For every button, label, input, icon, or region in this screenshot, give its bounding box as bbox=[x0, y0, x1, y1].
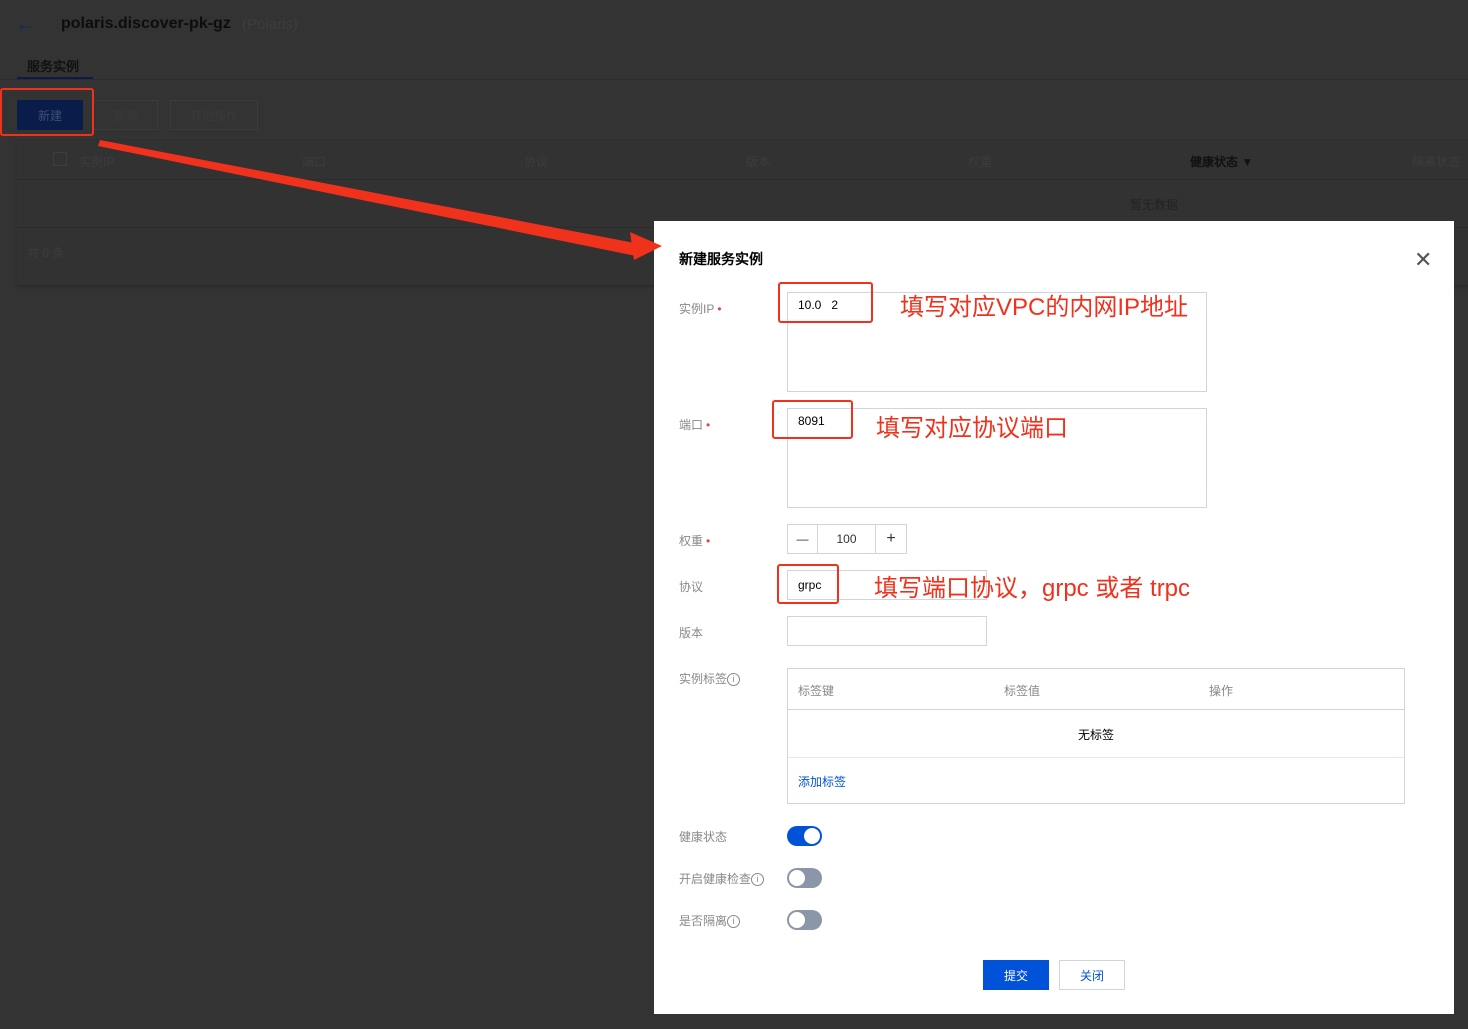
healthcheck-toggle[interactable] bbox=[787, 868, 822, 888]
minus-icon[interactable]: — bbox=[788, 525, 818, 553]
port-label-text: 端口 bbox=[679, 418, 704, 432]
healthcheck-label-text: 开启健康检查 bbox=[679, 872, 752, 886]
annotation-port: 填写对应协议端口 bbox=[876, 415, 1068, 442]
col-version: 版本 bbox=[746, 155, 771, 169]
weight-stepper[interactable]: — 100 + bbox=[787, 524, 907, 554]
info-icon[interactable]: i bbox=[751, 873, 765, 887]
isolate-toggle[interactable] bbox=[787, 910, 822, 930]
col-tag-actions: 操作 bbox=[1209, 684, 1234, 698]
filter-icon[interactable]: ▼ bbox=[1241, 155, 1253, 169]
col-tag-value: 标签值 bbox=[1004, 684, 1041, 698]
port-label: 端口 • bbox=[679, 418, 711, 432]
add-tag-link[interactable]: 添加标签 bbox=[798, 773, 846, 790]
info-icon[interactable]: i bbox=[727, 915, 741, 929]
plus-icon[interactable]: + bbox=[876, 525, 906, 553]
annotation-arrow-icon bbox=[98, 140, 662, 260]
healthcheck-label: 开启健康检查 i bbox=[679, 870, 765, 887]
isolate-label: 是否隔离 i bbox=[679, 912, 741, 929]
toggle-knob bbox=[804, 828, 820, 844]
col-health-label: 健康状态 bbox=[1190, 155, 1239, 169]
version-input[interactable] bbox=[787, 616, 987, 646]
divider bbox=[788, 757, 1404, 758]
healthy-label: 健康状态 bbox=[679, 830, 728, 844]
weight-label: 权重 • bbox=[679, 534, 711, 548]
toggle-knob bbox=[789, 912, 805, 928]
cancel-button[interactable]: 关闭 bbox=[1059, 960, 1125, 990]
no-tags-text: 无标签 bbox=[1078, 728, 1115, 742]
tags-table: 标签键 标签值 操作 无标签 添加标签 bbox=[787, 668, 1405, 804]
version-label: 版本 bbox=[679, 626, 704, 640]
close-icon[interactable]: ✕ bbox=[1414, 247, 1432, 273]
highlight-box bbox=[777, 564, 839, 604]
col-isolate: 隔离状态 bbox=[1412, 155, 1461, 169]
weight-value[interactable]: 100 bbox=[818, 525, 876, 553]
col-weight: 权重 bbox=[968, 155, 993, 169]
highlight-box bbox=[778, 282, 873, 323]
create-instance-dialog: 新建服务实例 ✕ 实例IP • 10.0 2 填写对应VPC的内网IP地址 端口 •… bbox=[654, 221, 1454, 1014]
tags-label-text: 实例标签 bbox=[679, 672, 728, 686]
ip-label-text: 实例IP bbox=[679, 302, 715, 316]
isolate-label-text: 是否隔离 bbox=[679, 914, 728, 928]
annotation-ip: 填写对应VPC的内网IP地址 bbox=[900, 294, 1189, 321]
highlight-box bbox=[772, 400, 853, 439]
weight-label-text: 权重 bbox=[679, 534, 704, 548]
protocol-label: 协议 bbox=[679, 580, 704, 594]
annotation-protocol: 填写端口协议，grpc 或者 trpc bbox=[874, 575, 1191, 602]
empty-text: 暂无数据 bbox=[1130, 198, 1179, 212]
submit-button[interactable]: 提交 bbox=[983, 960, 1049, 990]
tags-label: 实例标签 i bbox=[679, 670, 741, 687]
info-icon[interactable]: i bbox=[727, 673, 741, 687]
col-tag-key: 标签键 bbox=[798, 684, 835, 698]
col-health[interactable]: 健康状态 ▼ bbox=[1190, 153, 1253, 170]
toggle-knob bbox=[789, 870, 805, 886]
divider bbox=[788, 709, 1404, 710]
healthy-toggle[interactable] bbox=[787, 826, 822, 846]
ip-label: 实例IP • bbox=[679, 302, 722, 316]
